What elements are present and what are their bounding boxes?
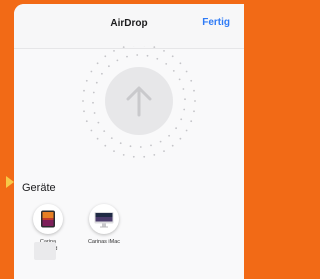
radar-dot	[101, 73, 103, 75]
radar-dot	[83, 90, 85, 92]
radar-dot	[173, 70, 175, 72]
ipad-icon	[33, 204, 63, 234]
radar-dot	[193, 110, 195, 112]
radar-dot	[172, 145, 174, 147]
radar-dot	[126, 56, 128, 58]
radar-dot	[113, 50, 115, 52]
radar-dot	[163, 150, 165, 152]
radar-dot	[194, 100, 196, 102]
radar-dot	[104, 145, 106, 147]
imac-icon	[89, 204, 119, 234]
airdrop-sheet: AirDrop Fertig Geräte Carina iPad	[14, 4, 244, 279]
radar-dot	[136, 54, 138, 56]
radar-dot	[180, 138, 182, 140]
radar-dot	[108, 65, 110, 67]
device-carinas-imac[interactable]: Carinas iMac	[78, 204, 130, 246]
radar-dot	[160, 141, 162, 143]
radar-dot	[190, 120, 192, 122]
radar-dot	[111, 137, 113, 139]
radar-dot	[180, 118, 182, 120]
radar-dot	[117, 60, 119, 62]
radar-dot	[153, 46, 155, 48]
radar-dot	[153, 154, 155, 156]
sheet-header: AirDrop Fertig	[14, 4, 244, 49]
radar-dot	[186, 130, 188, 132]
radar-dot	[172, 55, 174, 57]
radar-dot	[94, 112, 96, 114]
radar-dot	[133, 156, 135, 158]
radar-dot	[97, 62, 99, 64]
radar-dot	[130, 145, 132, 147]
radar-dot	[86, 120, 88, 122]
radar-dot	[168, 135, 170, 137]
radar-dot	[120, 142, 122, 144]
radar-dot	[83, 110, 85, 112]
redacted-area	[34, 242, 56, 260]
radar-dot	[123, 154, 125, 156]
device-name: Carinas iMac	[78, 239, 130, 246]
radar-dot	[175, 127, 177, 129]
radar-dot	[93, 92, 95, 94]
radar-dot	[140, 146, 142, 148]
devices-heading: Geräte	[22, 182, 56, 194]
radar-dot	[179, 79, 181, 81]
radar-dot	[113, 150, 115, 152]
radar-dot	[183, 88, 185, 90]
radar-dot	[104, 55, 106, 57]
radar-graphic	[73, 46, 205, 178]
radar-dot	[96, 82, 98, 84]
radar-dot	[190, 80, 192, 82]
radar-dot	[92, 102, 94, 104]
radar-dot	[82, 100, 84, 102]
radar-dot	[91, 130, 93, 132]
radar-dot	[123, 46, 125, 48]
radar-dot	[183, 109, 185, 111]
radar-dot	[163, 50, 165, 52]
done-button[interactable]: Fertig	[202, 17, 230, 28]
radar-dot	[91, 71, 93, 73]
radar-dot	[184, 98, 186, 100]
radar-dot	[186, 71, 188, 73]
airdrop-radar	[73, 46, 205, 178]
pointer-arrow	[6, 176, 14, 188]
radar-dot	[193, 90, 195, 92]
radar-dot	[180, 62, 182, 64]
radar-dot	[86, 80, 88, 82]
radar-dot	[103, 130, 105, 132]
radar-dot	[143, 156, 145, 158]
radar-dot	[165, 63, 167, 65]
radar-dot	[98, 122, 100, 124]
radar-dot	[147, 55, 149, 57]
radar-dot	[156, 58, 158, 60]
radar-dot	[150, 145, 152, 147]
radar-dot	[97, 138, 99, 140]
